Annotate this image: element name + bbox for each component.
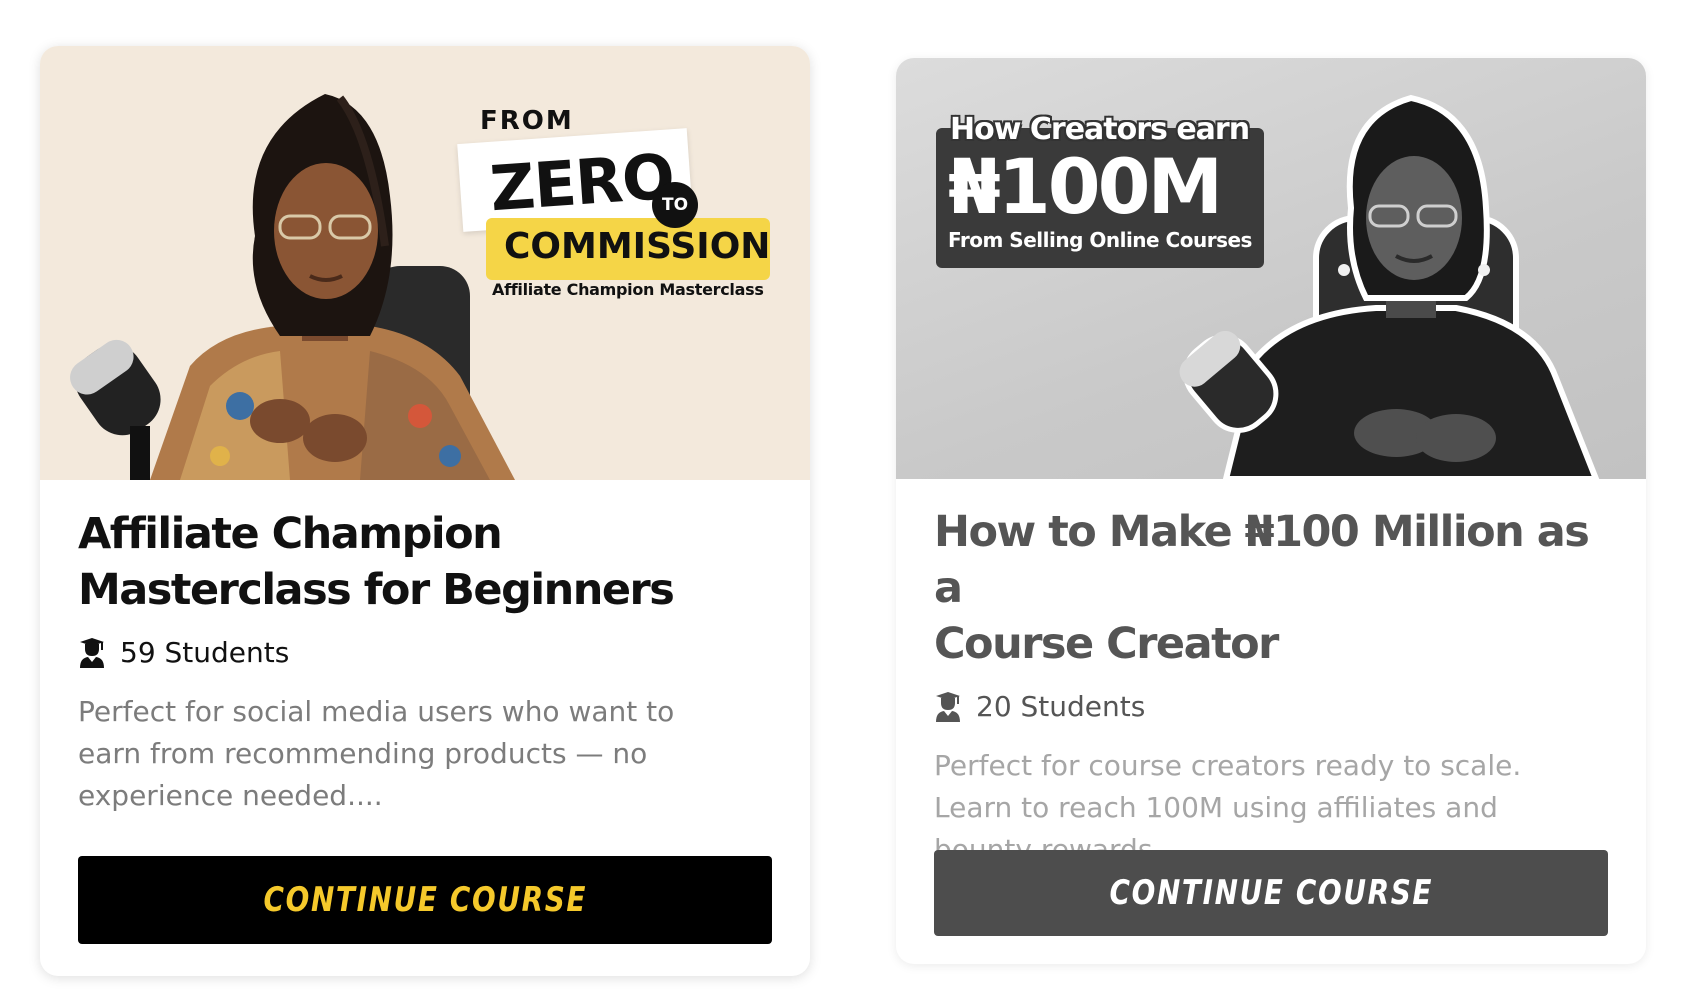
student-icon xyxy=(936,691,960,722)
students-count: 59 Students xyxy=(78,636,772,669)
thumbnail-from-text: FROM xyxy=(480,106,574,136)
course-title-line-1: How to Make ₦100 Million as a xyxy=(934,507,1590,613)
thumbnail-amount-text: ₦100M xyxy=(948,142,1223,231)
course-thumbnail[interactable]: FROM ZERO COMMISSION TO Affiliate Champi… xyxy=(40,46,810,480)
thumbnail-to-text: TO xyxy=(661,195,689,215)
continue-course-button[interactable]: CONTINUE COURSE xyxy=(78,856,772,944)
thumbnail-commission-text: COMMISSION xyxy=(504,226,771,267)
students-count-label: 59 Students xyxy=(120,636,290,669)
course-description-line-1: Perfect for course creators ready to sca… xyxy=(934,749,1522,782)
course-description-line-2: Learn to reach 100M using affiliates and xyxy=(934,791,1498,824)
course-card-100-million[interactable]: How Creators earn ₦100M From Selling Onl… xyxy=(896,58,1646,964)
course-description-line-1: Perfect for social media users who want … xyxy=(78,695,675,728)
student-icon xyxy=(80,637,104,668)
course-description: Perfect for social media users who want … xyxy=(78,691,772,817)
course-card-affiliate-champion[interactable]: FROM ZERO COMMISSION TO Affiliate Champi… xyxy=(40,46,810,976)
students-count: 20 Students xyxy=(934,690,1608,723)
course-thumbnail[interactable]: How Creators earn ₦100M From Selling Onl… xyxy=(896,58,1646,479)
course-description-line-2: earn from recommending products — no xyxy=(78,737,648,770)
course-description-line-3: experience needed.... xyxy=(78,779,383,812)
thumbnail-subtitle: From Selling Online Courses xyxy=(948,228,1252,252)
thumbnail-subtitle: Affiliate Champion Masterclass xyxy=(492,280,764,299)
course-title[interactable]: How to Make ₦100 Million as a Course Cre… xyxy=(934,504,1608,672)
thumbnail-to-badge: TO xyxy=(652,182,698,228)
thumbnail-zero-text: ZERO xyxy=(487,139,677,226)
course-title-line-1: Affiliate Champion xyxy=(78,509,503,559)
continue-course-button[interactable]: CONTINUE COURSE xyxy=(934,850,1608,936)
course-title-line-2: Masterclass for Beginners xyxy=(78,565,675,615)
students-count-label: 20 Students xyxy=(976,690,1146,723)
continue-course-label: CONTINUE COURSE xyxy=(1109,873,1433,913)
course-title-line-2: Course Creator xyxy=(934,619,1279,669)
continue-course-label: CONTINUE COURSE xyxy=(263,880,587,920)
course-title[interactable]: Affiliate Champion Masterclass for Begin… xyxy=(78,506,772,618)
